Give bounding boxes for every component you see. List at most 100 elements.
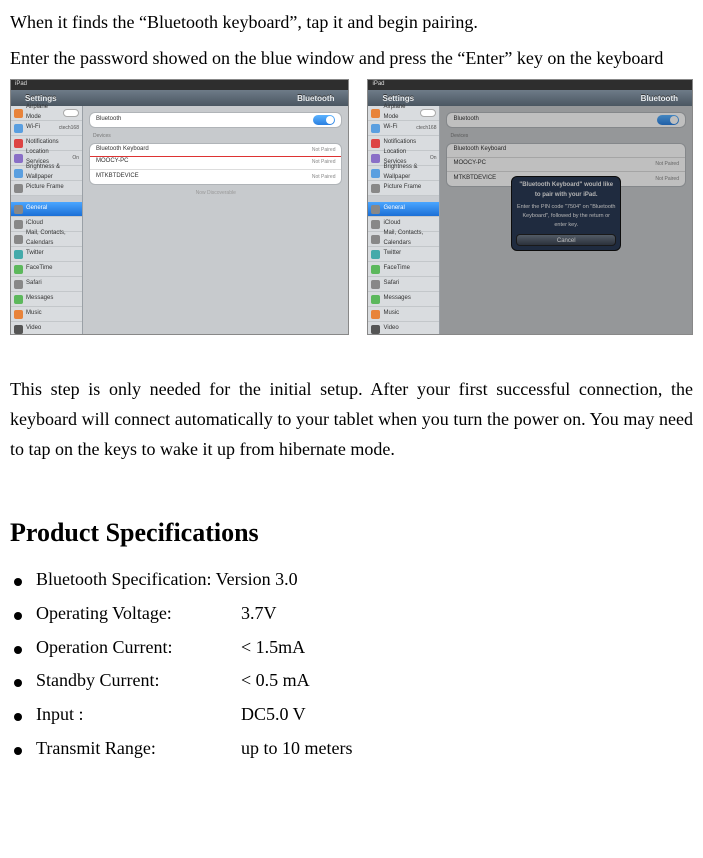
sidebar-label: FaceTime bbox=[26, 264, 52, 274]
sidebar-label: Brightness & Wallpaper bbox=[26, 163, 79, 183]
bluetooth-toggle-row[interactable]: Bluetooth bbox=[446, 112, 686, 128]
sidebar-label: Video bbox=[26, 324, 41, 334]
device-row[interactable]: MOOCY-PC Not Paired bbox=[90, 156, 341, 170]
spec-item: Standby Current: < 0.5 mA bbox=[10, 666, 693, 696]
sidebar-item[interactable]: Wi-Fictech168 bbox=[368, 121, 439, 136]
spec-item: Transmit Range: up to 10 meters bbox=[10, 734, 693, 764]
sidebar-label: iCloud bbox=[383, 219, 400, 229]
intro-para-2: Enter the password showed on the blue wi… bbox=[10, 44, 693, 74]
spec-item: Bluetooth Specification: Version 3.0 bbox=[10, 565, 693, 595]
sidebar-icon bbox=[14, 109, 23, 118]
sidebar-item[interactable]: Airplane Mode bbox=[11, 106, 82, 121]
sidebar-icon bbox=[371, 310, 380, 319]
device-row[interactable]: MTKBTDEVICENot Paired bbox=[447, 172, 685, 186]
sidebar-item[interactable]: Picture Frame bbox=[368, 181, 439, 196]
sidebar-label: Twitter bbox=[26, 249, 44, 259]
sidebar-item[interactable]: General bbox=[368, 202, 439, 217]
spec-label: Transmit Range: bbox=[36, 734, 241, 764]
sidebar-item[interactable]: Music bbox=[368, 307, 439, 322]
sidebar-item[interactable]: Messages bbox=[368, 292, 439, 307]
sidebar-label: Twitter bbox=[383, 249, 401, 259]
spec-value: < 1.5mA bbox=[241, 633, 305, 663]
bullet-icon bbox=[14, 679, 22, 687]
device-status: Not Paired bbox=[312, 146, 336, 154]
sidebar-icon bbox=[14, 184, 23, 193]
sidebar-icon bbox=[371, 154, 380, 163]
sidebar-label: Airplane Mode bbox=[383, 103, 417, 123]
intro-para-1: When it finds the “Bluetooth keyboard”, … bbox=[10, 8, 693, 38]
device-row[interactable]: MOOCY-PCNot Paired bbox=[447, 158, 685, 172]
sidebar-item[interactable]: Safari bbox=[368, 277, 439, 292]
sidebar-item[interactable]: Music bbox=[11, 307, 82, 322]
sidebar-value: On bbox=[430, 154, 437, 162]
sidebar-icon bbox=[14, 139, 23, 148]
sidebar-item[interactable]: Brightness & Wallpaper bbox=[11, 166, 82, 181]
screenshot-left: iPad Settings Bluetooth Airplane ModeWi-… bbox=[10, 79, 349, 335]
sidebar-label: Safari bbox=[383, 279, 399, 289]
sidebar-icon bbox=[14, 124, 23, 133]
sidebar-item[interactable]: Video bbox=[11, 322, 82, 335]
bluetooth-switch-on[interactable] bbox=[657, 115, 679, 125]
device-row[interactable]: MTKBTDEVICENot Paired bbox=[90, 170, 341, 184]
note-para: This step is only needed for the initial… bbox=[10, 375, 693, 464]
spec-item: Operation Current:< 1.5mA bbox=[10, 633, 693, 663]
screenshot-pair: iPad Settings Bluetooth Airplane ModeWi-… bbox=[10, 79, 693, 335]
bluetooth-toggle-row[interactable]: Bluetooth bbox=[89, 112, 342, 128]
sidebar-icon bbox=[371, 169, 380, 178]
sidebar-item[interactable]: Mail, Contacts, Calendars bbox=[11, 232, 82, 247]
sidebar-item[interactable]: FaceTime bbox=[368, 262, 439, 277]
sidebar-label: Music bbox=[383, 309, 399, 319]
sidebar-label: FaceTime bbox=[383, 264, 409, 274]
devices-section-label: Devices bbox=[93, 132, 348, 140]
sidebar-label: Brightness & Wallpaper bbox=[383, 163, 436, 183]
sidebar-label: iCloud bbox=[26, 219, 43, 229]
sidebar-item[interactable]: Video bbox=[368, 322, 439, 335]
device-status: Not Paired bbox=[655, 175, 679, 183]
sidebar-icon bbox=[14, 205, 23, 214]
sidebar-icon bbox=[371, 250, 380, 259]
title-bluetooth: Bluetooth bbox=[641, 92, 678, 105]
sidebar-item[interactable]: Twitter bbox=[11, 247, 82, 262]
sidebar-item[interactable]: Brightness & Wallpaper bbox=[368, 166, 439, 181]
pairing-dialog-title: "Bluetooth Keyboard" would like to pair … bbox=[516, 181, 616, 201]
titlebar: Settings Bluetooth bbox=[11, 90, 348, 106]
sidebar-value: ctech168 bbox=[59, 124, 79, 132]
sidebar-item[interactable]: General bbox=[11, 202, 82, 217]
sidebar-item[interactable]: FaceTime bbox=[11, 262, 82, 277]
spec-label: Operation Current: bbox=[36, 633, 241, 663]
pairing-dialog-body: Enter the PIN code "7504" on "Bluetooth … bbox=[516, 203, 616, 230]
sidebar-item[interactable]: Airplane Mode bbox=[368, 106, 439, 121]
sidebar-icon bbox=[14, 220, 23, 229]
sidebar-icon bbox=[371, 205, 380, 214]
sidebar-icon bbox=[14, 235, 23, 244]
bluetooth-switch-on[interactable] bbox=[313, 115, 335, 125]
device-row[interactable]: Bluetooth Keyboard bbox=[447, 144, 685, 158]
sidebar-label: Safari bbox=[26, 279, 42, 289]
sidebar-item[interactable]: Wi-Fictech168 bbox=[11, 121, 82, 136]
bullet-icon bbox=[14, 646, 22, 654]
spec-label: Bluetooth Specification: Version 3.0 bbox=[36, 565, 298, 595]
sidebar-item[interactable]: Safari bbox=[11, 277, 82, 292]
cancel-button[interactable]: Cancel bbox=[516, 234, 616, 246]
sidebar-value: On bbox=[72, 154, 79, 162]
spec-label: Standby Current: bbox=[36, 666, 241, 696]
sidebar-value: ctech168 bbox=[416, 124, 436, 132]
device-row[interactable]: Bluetooth KeyboardNot Paired bbox=[89, 143, 342, 157]
spec-value: < 0.5 mA bbox=[241, 666, 310, 696]
sidebar-icon bbox=[371, 124, 380, 133]
sidebar-label: Picture Frame bbox=[383, 183, 421, 193]
device-status: Not Paired bbox=[312, 158, 336, 166]
spec-item: Input :DC5.0 V bbox=[10, 700, 693, 730]
device-name: MOOCY-PC bbox=[453, 159, 485, 169]
spec-value: up to 10 meters bbox=[241, 734, 352, 764]
device-name: MOOCY-PC bbox=[96, 157, 128, 167]
statusbar: iPad bbox=[11, 80, 348, 90]
sidebar-item[interactable]: Messages bbox=[11, 292, 82, 307]
sidebar-item[interactable]: Twitter bbox=[368, 247, 439, 262]
sidebar-icon bbox=[14, 265, 23, 274]
sidebar-item[interactable]: Picture Frame bbox=[11, 181, 82, 196]
toggle-off-icon[interactable] bbox=[63, 109, 79, 117]
bullet-icon bbox=[14, 578, 22, 586]
sidebar-item[interactable]: Mail, Contacts, Calendars bbox=[368, 232, 439, 247]
toggle-off-icon[interactable] bbox=[420, 109, 436, 117]
